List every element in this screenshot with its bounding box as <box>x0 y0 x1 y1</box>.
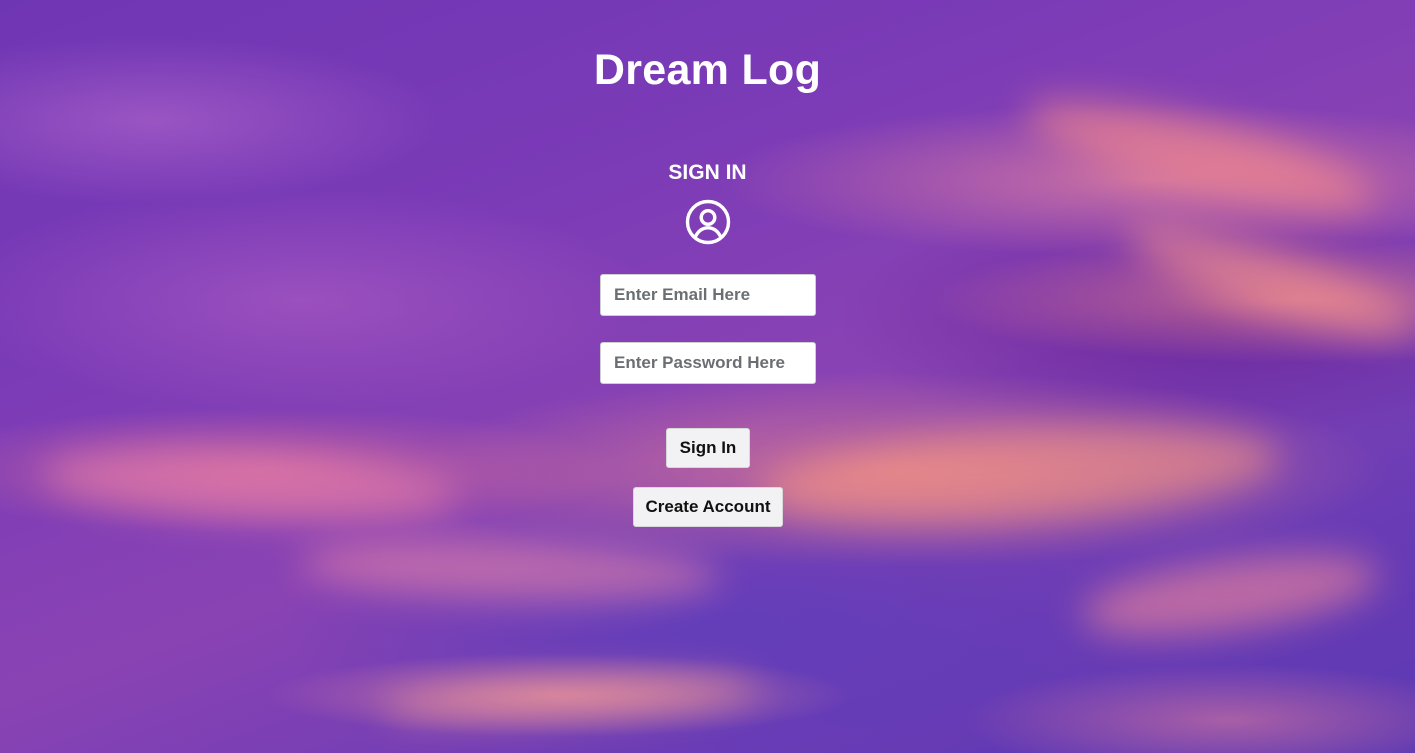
cloud-streak <box>38 439 462 531</box>
sign-in-button[interactable]: Sign In <box>666 428 750 468</box>
cloud-streak <box>299 532 721 608</box>
email-field[interactable] <box>600 274 816 316</box>
cloud-streak <box>1016 77 1384 233</box>
password-field[interactable] <box>600 342 816 384</box>
cloud-streak <box>757 411 1283 539</box>
cloud-streak <box>1076 539 1384 651</box>
page-title: Dream Log <box>593 46 822 94</box>
sign-in-heading: SIGN IN <box>668 161 747 184</box>
user-circle-icon <box>685 199 731 245</box>
create-account-button[interactable]: Create Account <box>633 487 783 527</box>
cloud-streak <box>379 670 761 726</box>
cloud-streak <box>1118 205 1415 355</box>
